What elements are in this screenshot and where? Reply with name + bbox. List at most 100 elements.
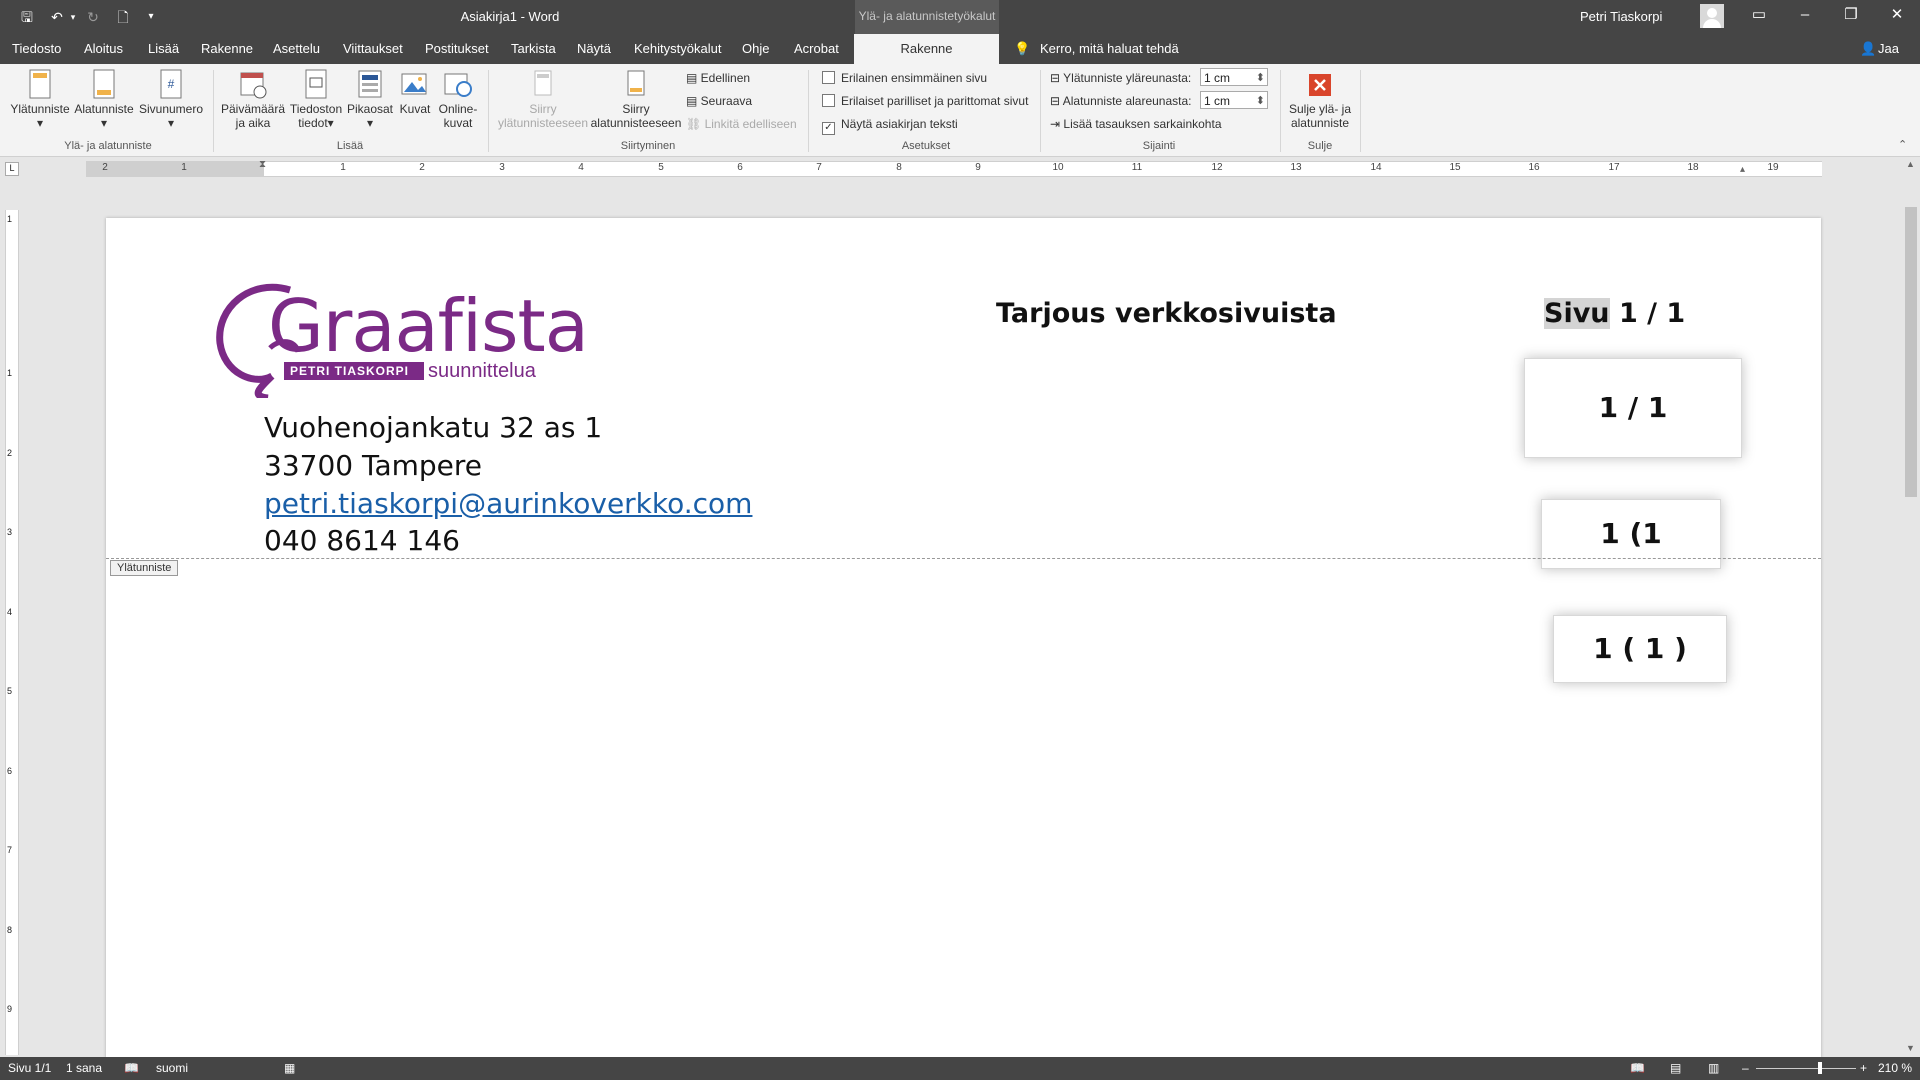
different-odd-even-checkbox[interactable]: Erilaiset parilliset ja parittomat sivut [822, 94, 1028, 108]
tab-asettelu[interactable]: Asettelu [273, 41, 320, 56]
quick-parts-button[interactable]: Pikaosat ▾ [346, 68, 394, 130]
tab-aloitus[interactable]: Aloitus [84, 41, 123, 56]
footer-button[interactable]: Alatunniste ▾ [72, 68, 136, 130]
status-bar: Sivu 1/1 1 sana 📖 suomi ▦ 📖 ▤ ▥ – + 210 … [0, 1057, 1920, 1080]
document-page[interactable]: Graafista PETRI TIASKORPI suunnittelua V… [106, 218, 1821, 1058]
ruler-number: 2 [419, 162, 425, 173]
checkbox-unchecked[interactable] [822, 94, 835, 107]
document-heading: Tarjous verkkosivuista [996, 298, 1337, 329]
language-status[interactable]: suomi [156, 1061, 188, 1075]
scrollbar-thumb[interactable] [1905, 207, 1917, 497]
different-first-page-checkbox[interactable]: Erilainen ensimmäinen sivu [822, 71, 987, 85]
minimize-icon[interactable]: – [1782, 0, 1828, 32]
ruler-number: 12 [1211, 162, 1223, 173]
next-button[interactable]: ▤ Seuraava [686, 94, 752, 108]
dropdown-arrow-icon: ▾ [327, 116, 334, 130]
ruler-number: 11 [1131, 162, 1143, 173]
page-count-status[interactable]: Sivu 1/1 [8, 1061, 51, 1075]
tab-acrobat[interactable]: Acrobat [794, 41, 839, 56]
ruler-number: 13 [1290, 162, 1302, 173]
footer-from-bottom-row: ⊟ Alatunniste alareunasta: [1050, 94, 1192, 108]
online-pictures-label-2: kuvat [443, 116, 473, 130]
collapse-ribbon-icon[interactable]: ⌃ [1898, 138, 1907, 151]
user-name[interactable]: Petri Tiaskorpi [1580, 9, 1662, 24]
restore-icon[interactable]: ❐ [1828, 0, 1874, 32]
zoom-level[interactable]: 210 % [1878, 1061, 1912, 1075]
lightbulb-icon: 💡 [1014, 41, 1031, 56]
tab-kehitystyokalut[interactable]: Kehitystyökalut [634, 41, 721, 56]
ribbon-tabs: Tiedosto Aloitus Lisää Rakenne Asettelu … [0, 34, 1920, 64]
tab-lisaa[interactable]: Lisää [148, 41, 179, 56]
web-layout-icon[interactable]: ▥ [1708, 1061, 1719, 1075]
header-from-top-spinner[interactable]: 1 cm [1200, 68, 1268, 87]
group-separator [1360, 70, 1361, 152]
ribbon-display-options-icon[interactable]: ▭ [1736, 0, 1782, 32]
print-layout-icon[interactable]: ▤ [1670, 1061, 1681, 1075]
go-to-footer-button[interactable]: Siirry alatunnisteeseen [590, 68, 682, 130]
page-number-field[interactable]: Sivu 1 / 1 [1544, 298, 1685, 329]
vruler-number: 1 [7, 368, 13, 378]
tab-rakenne-header-footer[interactable]: Rakenne [854, 34, 999, 64]
ruler-number: 16 [1528, 162, 1540, 173]
zoom-slider[interactable] [1756, 1068, 1856, 1069]
online-pictures-button[interactable]: Online-kuvat [436, 68, 480, 130]
show-document-text-checkbox[interactable]: ✓ Näytä asiakirjan teksti [822, 117, 958, 135]
checkbox-checked[interactable]: ✓ [822, 122, 835, 135]
tab-tarkista[interactable]: Tarkista [511, 41, 556, 56]
close-header-footer-button[interactable]: Sulje ylä- ja alatunniste [1284, 68, 1356, 130]
go-to-header-icon [534, 70, 552, 96]
right-indent-marker-icon[interactable]: ▴ [1740, 164, 1745, 175]
calendar-clock-icon [240, 72, 267, 99]
tab-nayta[interactable]: Näytä [577, 41, 611, 56]
zoom-in-icon[interactable]: + [1860, 1061, 1867, 1075]
share-button[interactable]: Jaa [1878, 41, 1899, 56]
email-link[interactable]: petri.tiaskorpi@aurinkoverkko.com [264, 487, 752, 520]
header-from-top-row: ⊟ Ylätunniste yläreunasta: [1050, 71, 1191, 85]
tab-tiedosto[interactable]: Tiedosto [12, 41, 61, 56]
pictures-button[interactable]: Kuvat [396, 68, 434, 116]
footer-from-bottom-label: Alatunniste alareunasta: [1062, 94, 1192, 108]
share-icon[interactable]: 👤 [1860, 41, 1876, 57]
date-time-button[interactable]: Päivämäärä ja aika [220, 68, 286, 130]
scroll-down-icon[interactable]: ▼ [1906, 1043, 1915, 1053]
zoom-slider-thumb[interactable] [1818, 1062, 1822, 1074]
header-button[interactable]: Ylätunniste ▾ [8, 68, 72, 130]
next-label: Seuraava [700, 94, 753, 108]
tab-selector-icon[interactable]: L [5, 162, 19, 176]
tab-rakenne-main[interactable]: Rakenne [201, 41, 253, 56]
tab-ohje[interactable]: Ohje [742, 41, 769, 56]
next-icon: ▤ [686, 94, 701, 108]
vruler-number: 6 [7, 766, 13, 776]
footer-from-bottom-spinner[interactable]: 1 cm [1200, 91, 1268, 110]
tell-me-search[interactable]: Kerro, mitä haluat tehdä [1040, 41, 1179, 56]
group-label-header-footer: Ylä- ja alatunniste [64, 140, 152, 152]
zoom-out-icon[interactable]: – [1742, 1061, 1749, 1075]
tab-postitukset[interactable]: Postitukset [425, 41, 489, 56]
document-info-button[interactable]: Tiedoston tiedot▾ [286, 68, 346, 130]
dropdown-arrow-icon: ▾ [36, 116, 44, 130]
word-count-status[interactable]: 1 sana [66, 1061, 102, 1075]
horizontal-ruler[interactable]: L 2 1 1 2 3 4 5 6 7 8 9 10 11 12 13 14 1… [0, 157, 1920, 179]
graafista-logo: Graafista PETRI TIASKORPI suunnittelua [210, 278, 589, 402]
title-bar: 🖫 ↶ ▾ ↻ 🗋 ▾ Asiakirja1 - Word Ylä- ja al… [0, 0, 1920, 34]
scroll-up-icon[interactable]: ▲ [1906, 159, 1915, 169]
avatar[interactable] [1700, 4, 1724, 28]
page-number-button[interactable]: # Sivunumero ▾ [136, 68, 206, 130]
read-mode-icon[interactable]: 📖 [1630, 1061, 1645, 1075]
header-page-icon [29, 69, 51, 99]
vertical-scrollbar[interactable]: ▲ ▼ [1902, 157, 1920, 1057]
insert-alignment-tab-label: Lisää tasauksen sarkainkohta [1063, 117, 1222, 131]
footer-position-icon: ⊟ [1050, 94, 1063, 108]
previous-icon: ▤ [686, 71, 701, 85]
checkbox-unchecked[interactable] [822, 71, 835, 84]
macro-record-icon[interactable]: ▦ [284, 1061, 295, 1075]
indent-marker-icon[interactable]: ⧗ [259, 159, 266, 170]
group-label-options: Asetukset [901, 140, 951, 152]
close-window-icon[interactable]: ✕ [1874, 0, 1920, 32]
insert-alignment-tab-button[interactable]: ⇥ Lisää tasauksen sarkainkohta [1050, 117, 1222, 131]
proofing-icon[interactable]: 📖 [124, 1061, 139, 1075]
ruler-bar[interactable]: 2 1 1 2 3 4 5 6 7 8 9 10 11 12 13 14 15 … [86, 159, 1822, 177]
vertical-ruler[interactable]: 1 1 2 3 4 5 6 7 8 9 [0, 210, 22, 1055]
previous-button[interactable]: ▤ Edellinen [686, 71, 750, 85]
tab-viittaukset[interactable]: Viittaukset [343, 41, 403, 56]
